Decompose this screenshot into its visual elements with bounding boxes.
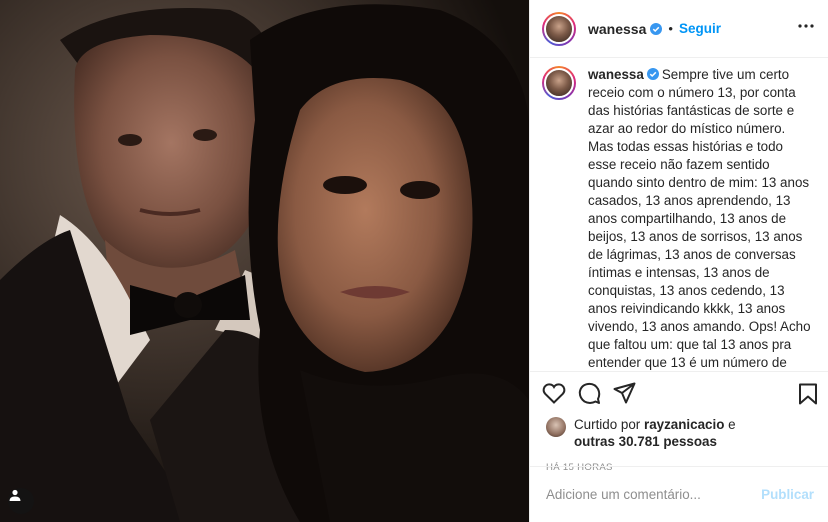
more-options-icon[interactable] — [798, 24, 814, 28]
action-bar — [530, 372, 828, 414]
comment-input[interactable] — [546, 487, 762, 502]
likes-text: Curtido por rayzanicacio e outras 30.781… — [574, 416, 736, 450]
post-photo[interactable] — [0, 0, 529, 522]
instagram-post: wanessa • Seguir wanessa Sempre tive um c… — [0, 0, 828, 522]
caption-text: Sempre tive um certo receio com o número… — [588, 67, 811, 370]
liker-avatar[interactable] — [546, 417, 566, 437]
separator-dot: • — [668, 21, 673, 36]
liked-by-and: e — [728, 417, 736, 432]
caption-section: wanessa Sempre tive um certo receio com o… — [530, 58, 828, 372]
photo-illustration — [0, 0, 529, 522]
comment-icon[interactable] — [578, 382, 601, 405]
caption-username[interactable]: wanessa — [588, 67, 644, 82]
likes-section: Curtido por rayzanicacio e outras 30.781… — [530, 414, 828, 450]
post-header: wanessa • Seguir — [530, 0, 828, 58]
user-tag-icon[interactable] — [8, 488, 34, 514]
comment-box: Publicar — [530, 466, 828, 522]
follow-button[interactable]: Seguir — [679, 21, 721, 36]
post-side-panel: wanessa • Seguir wanessa Sempre tive um c… — [529, 0, 828, 522]
verified-badge-icon — [650, 22, 663, 35]
caption: wanessa Sempre tive um certo receio com o… — [588, 66, 813, 371]
username-link[interactable]: wanessa — [588, 21, 646, 37]
caption-verified-badge-icon — [646, 68, 659, 80]
share-icon[interactable] — [613, 382, 636, 404]
caption-avatar[interactable] — [542, 66, 576, 100]
bookmark-icon[interactable] — [798, 383, 818, 410]
publish-button[interactable]: Publicar — [761, 487, 814, 502]
avatar[interactable] — [542, 11, 576, 46]
liked-by-user-link[interactable]: rayzanicacio — [644, 417, 724, 432]
heart-icon[interactable] — [542, 382, 566, 404]
liked-by-prefix: Curtido por — [574, 417, 641, 432]
liked-by-others-link[interactable]: outras 30.781 pessoas — [574, 434, 717, 449]
